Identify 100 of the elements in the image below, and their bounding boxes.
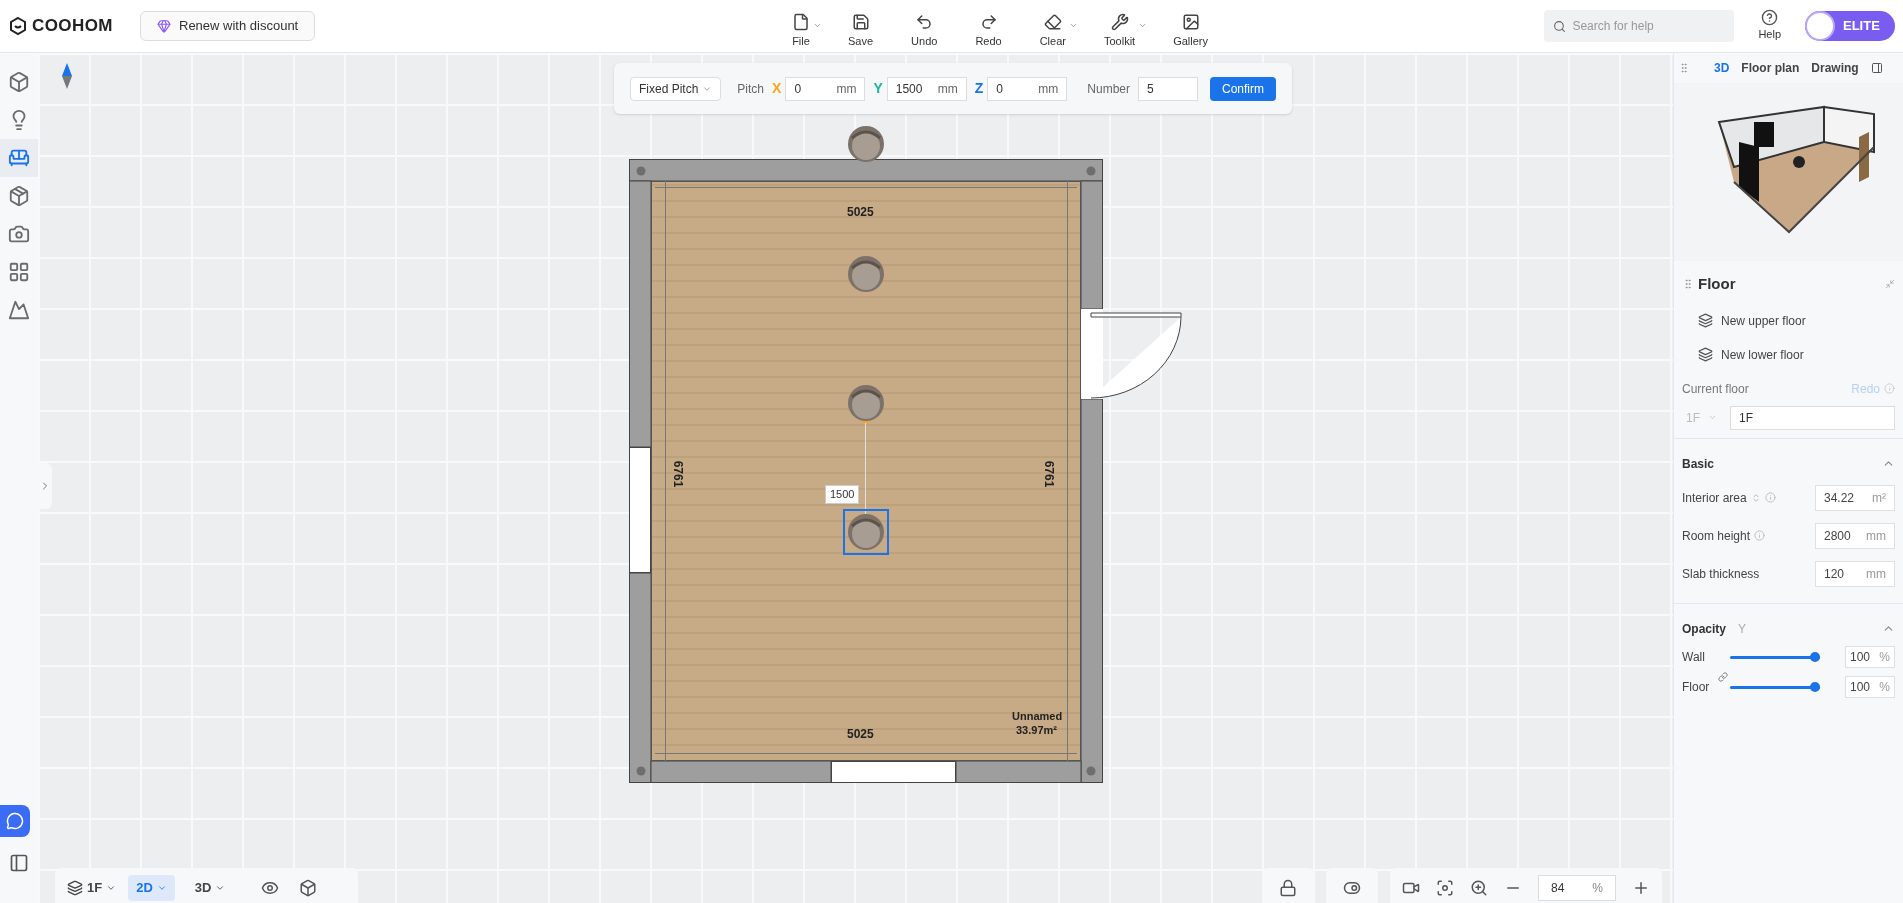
toggle-button[interactable] <box>1326 868 1378 903</box>
slider-thumb[interactable] <box>1810 681 1820 692</box>
window-drawing[interactable] <box>629 447 651 573</box>
axis-input[interactable]: 0 mm <box>785 76 866 101</box>
save-icon <box>851 12 870 31</box>
slider-thumb[interactable] <box>1810 651 1820 662</box>
eraser-icon <box>1043 12 1062 31</box>
view-tab[interactable]: 3D <box>1714 59 1730 77</box>
toggle-icon <box>1343 879 1361 897</box>
toolbar-button[interactable]: Gallery <box>1161 12 1220 49</box>
confirm-button[interactable]: Confirm <box>1210 76 1276 101</box>
panel-title: Floor <box>1698 274 1736 294</box>
help-icon <box>1761 9 1779 27</box>
drag-handle-icon[interactable] <box>1678 62 1690 74</box>
toolbar-button[interactable]: Clear <box>1027 12 1078 49</box>
field-label: Interior area <box>1682 489 1747 507</box>
link-icon[interactable] <box>1718 671 1728 682</box>
view-mode-tab[interactable]: 2D <box>128 875 175 901</box>
cube-icon <box>8 71 30 93</box>
layers-plus-icon <box>1698 347 1713 362</box>
floor-action[interactable]: New lower floor <box>1698 345 1895 364</box>
room-walls[interactable] <box>629 159 1103 783</box>
number-input[interactable]: 5 <box>1138 76 1198 101</box>
panel-icon[interactable] <box>9 853 29 873</box>
offset-label: 1500 <box>825 485 860 504</box>
axis-input[interactable]: 0 mm <box>987 76 1068 101</box>
toolbar-button[interactable]: File <box>780 12 822 49</box>
wrench-icon <box>1110 12 1129 31</box>
slider-track[interactable] <box>1730 681 1820 692</box>
dimension-label: 5025 <box>847 204 874 221</box>
section-title: Opacity <box>1682 620 1726 638</box>
info-icon <box>1764 492 1776 503</box>
chat-button[interactable] <box>0 805 30 837</box>
room-name: Unnamed <box>1012 709 1063 724</box>
view-tab[interactable]: Floor plan <box>1741 59 1800 77</box>
value-field[interactable]: 100 % <box>1845 645 1895 668</box>
axis-label: Y <box>873 79 883 98</box>
value-field[interactable]: 120 mm <box>1815 560 1895 587</box>
toolbar-button[interactable]: Save <box>836 12 886 49</box>
section-hint: Y <box>1738 620 1747 638</box>
toolbar-button[interactable]: Toolkit <box>1091 12 1148 49</box>
drag-handle-icon[interactable] <box>1682 278 1694 291</box>
panel-icon[interactable] <box>1870 62 1883 74</box>
view-mode-tab[interactable]: 3D <box>186 875 234 901</box>
view-tab[interactable]: Drawing <box>1811 59 1859 77</box>
value-field[interactable]: 100 % <box>1845 675 1895 698</box>
door-drawing[interactable] <box>1081 309 1183 399</box>
caret-icon <box>215 883 226 893</box>
undo-icon <box>915 12 934 31</box>
value-field[interactable]: 2800 mm <box>1815 522 1895 549</box>
zoom-field[interactable]: 84 % <box>1538 875 1616 901</box>
cube-icon[interactable] <box>299 879 318 897</box>
preview-3d[interactable] <box>1674 83 1903 261</box>
layers-icon <box>67 880 83 896</box>
floor-action[interactable]: New upper floor <box>1698 311 1895 330</box>
slider-label: Floor <box>1682 678 1711 696</box>
focus-icon[interactable] <box>1436 879 1454 897</box>
elite-badge[interactable]: ELITE <box>1805 11 1895 41</box>
chat-icon <box>6 812 24 830</box>
value-field[interactable]: 34.22 m² <box>1815 484 1895 511</box>
renew-button[interactable]: Renew with discount <box>140 11 316 41</box>
eye-icon[interactable] <box>261 879 280 897</box>
sofa-icon <box>8 147 30 169</box>
dimension-label: 6761 <box>1041 460 1058 488</box>
field-label: Current floor <box>1682 380 1749 398</box>
info-icon <box>1754 530 1766 541</box>
info-icon <box>1884 383 1895 394</box>
plus-icon[interactable] <box>1632 879 1650 897</box>
window-drawing[interactable] <box>831 761 956 783</box>
floor-name-field[interactable]: 1F <box>1730 405 1895 430</box>
toolbar-button[interactable]: Undo <box>899 12 950 49</box>
logo-text: COOHOM <box>32 15 113 38</box>
file-icon <box>792 12 810 31</box>
mode-dropdown[interactable]: Fixed Pitch <box>630 76 722 101</box>
help-button[interactable]: Help <box>1758 9 1781 43</box>
gem-icon <box>157 19 171 33</box>
section-title: Basic <box>1682 455 1715 473</box>
pitch-label: Pitch <box>737 80 765 98</box>
compass-icon[interactable] <box>62 63 72 89</box>
badge-knob <box>1805 11 1835 41</box>
caret-icon <box>106 883 117 893</box>
dimension-label: 6761 <box>670 460 687 488</box>
number-label: Number <box>1087 80 1130 98</box>
lock-button[interactable] <box>1262 868 1314 903</box>
sidebar-item[interactable] <box>0 139 38 177</box>
axis-label: X <box>772 79 782 98</box>
floor-dropdown[interactable]: 1F <box>67 878 117 898</box>
floor-plan-icon <box>8 261 30 283</box>
caret-icon <box>156 883 167 893</box>
search-field[interactable]: Search for help <box>1544 10 1735 42</box>
field-label: Room height <box>1682 527 1751 545</box>
toolbar-button[interactable]: Redo <box>963 12 1014 49</box>
image-icon <box>1181 12 1200 31</box>
chair-drawing[interactable] <box>843 509 889 555</box>
logo-icon <box>8 16 28 36</box>
lock-icon <box>1279 879 1297 897</box>
axis-input[interactable]: 1500 mm <box>886 76 967 101</box>
layers-plus-icon <box>1698 313 1713 328</box>
slider-track[interactable] <box>1730 651 1820 662</box>
zoom-in-icon[interactable] <box>1470 879 1488 897</box>
